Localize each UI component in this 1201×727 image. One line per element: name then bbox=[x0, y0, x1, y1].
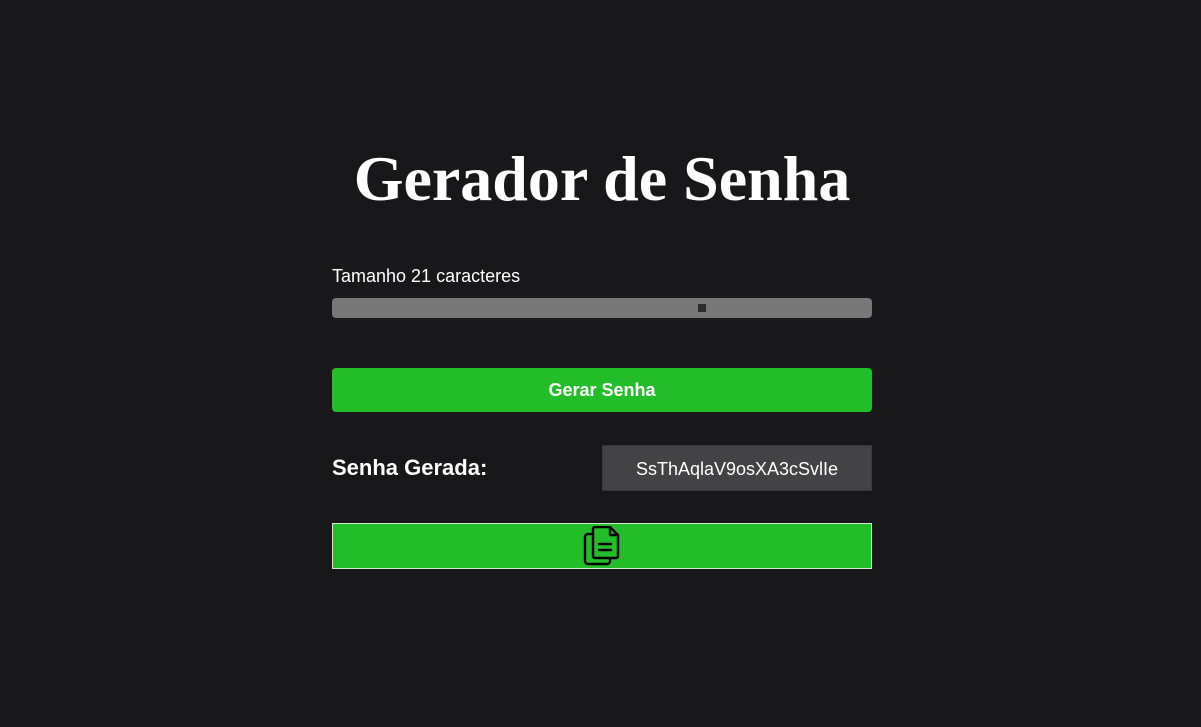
page-title: Gerador de Senha bbox=[353, 143, 851, 214]
generated-password-output[interactable]: SsThAqlaV9osXA3cSvlIe bbox=[602, 445, 872, 491]
length-label: Tamanho 21 caracteres bbox=[332, 266, 521, 286]
length-slider[interactable] bbox=[332, 298, 872, 318]
copy-password-button[interactable] bbox=[332, 523, 872, 569]
generated-password-label: Senha Gerada: bbox=[332, 455, 488, 480]
slider-thumb[interactable] bbox=[697, 304, 706, 312]
generate-password-button[interactable]: Gerar Senha bbox=[332, 368, 872, 412]
copy-document-icon bbox=[583, 526, 621, 566]
